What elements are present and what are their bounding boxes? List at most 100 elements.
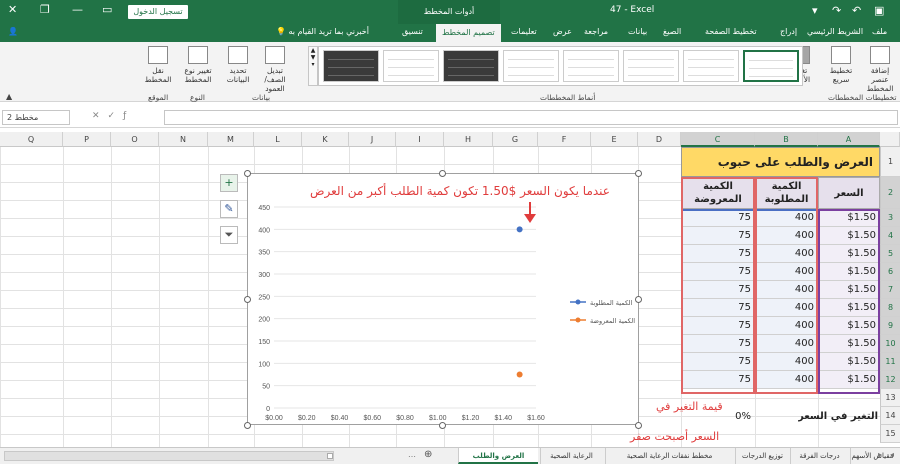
column-header[interactable]: J: [349, 132, 396, 147]
row-header[interactable]: 1: [880, 147, 900, 177]
row-header[interactable]: 15: [880, 425, 900, 443]
row-header[interactable]: 14: [880, 407, 900, 425]
signin-button[interactable]: تسجيل الدخول: [128, 5, 188, 19]
style-thumb[interactable]: [623, 50, 679, 82]
row-header[interactable]: 10: [880, 335, 900, 353]
change-value[interactable]: 0%: [681, 411, 755, 429]
tab-insert[interactable]: إدراج: [780, 27, 797, 36]
gallery-scroll[interactable]: ▲ ▼ ▾: [308, 46, 318, 86]
add-sheet-icon[interactable]: ⊕: [424, 449, 432, 460]
header-supply[interactable]: الكمية المعروضة: [681, 177, 755, 209]
horizontal-scrollbar[interactable]: [4, 451, 334, 461]
share-icon[interactable]: 👤: [8, 27, 18, 36]
price-cell[interactable]: $1.50: [818, 371, 880, 389]
price-cell[interactable]: $1.50: [818, 227, 880, 245]
tab-help[interactable]: تعليمات: [511, 27, 537, 36]
add-chart-element-button[interactable]: إضافة عنصر المخطط: [862, 46, 898, 93]
price-cell[interactable]: $1.50: [818, 263, 880, 281]
sheet-tab[interactable]: العرض والطلب: [458, 448, 538, 464]
fx-icon[interactable]: ƒ: [123, 111, 134, 121]
sheet-tab[interactable]: الرعاية الصحية: [540, 448, 602, 464]
column-header[interactable]: E: [591, 132, 638, 147]
minimize-icon[interactable]: —: [72, 3, 83, 16]
supply-cell[interactable]: 75: [681, 263, 755, 281]
row-header[interactable]: 2: [880, 177, 900, 209]
scroll-thumb[interactable]: [327, 453, 333, 459]
column-header[interactable]: O: [111, 132, 159, 147]
save-icon[interactable]: ▣: [874, 4, 884, 17]
name-box[interactable]: مخطط 2: [2, 110, 70, 125]
demand-cell[interactable]: 400: [755, 263, 818, 281]
row-header[interactable]: 11: [880, 353, 900, 371]
column-header[interactable]: Q: [0, 132, 63, 147]
demand-cell[interactable]: 400: [755, 335, 818, 353]
price-cell[interactable]: $1.50: [818, 353, 880, 371]
demand-cell[interactable]: 400: [755, 245, 818, 263]
price-cell[interactable]: $1.50: [818, 317, 880, 335]
resize-handle[interactable]: [635, 422, 642, 429]
price-cell[interactable]: $1.50: [818, 335, 880, 353]
scatter-chart[interactable]: 0 50 100 150 200 250 300 350 400 450 $0.00 $0.20 $0.…: [247, 173, 639, 425]
sheet-tab[interactable]: مخطط نفقات الرعاية الصحية: [605, 448, 733, 464]
tab-file[interactable]: ملف: [872, 27, 887, 36]
quick-layout-button[interactable]: تخطيط سريع: [822, 46, 860, 84]
change-label[interactable]: التغير في السعر: [798, 411, 880, 429]
demand-cell[interactable]: 400: [755, 317, 818, 335]
tab-review[interactable]: مراجعة: [584, 27, 608, 36]
column-header[interactable]: M: [208, 132, 254, 147]
cancel-icon[interactable]: ✕: [92, 111, 108, 121]
scroll-left-icon[interactable]: ◂: [890, 450, 894, 459]
supply-cell[interactable]: 75: [681, 353, 755, 371]
tab-chart-design[interactable]: تصميم المخطط: [436, 24, 501, 42]
resize-handle[interactable]: [439, 170, 446, 177]
tab-home[interactable]: الشريط الرئيسي: [807, 27, 863, 36]
collapse-ribbon-icon[interactable]: ▲: [6, 92, 12, 101]
style-thumb[interactable]: [563, 50, 619, 82]
supply-cell[interactable]: 75: [681, 317, 755, 335]
tell-me-box[interactable]: 💡 أخبرني بما تريد القيام به: [276, 27, 369, 36]
change-chart-type-button[interactable]: تغيير نوع المخطط: [180, 46, 216, 84]
resize-handle[interactable]: [244, 422, 251, 429]
close-icon[interactable]: ✕: [8, 3, 17, 16]
row-header[interactable]: 13: [880, 389, 900, 407]
column-header[interactable]: C: [681, 132, 755, 147]
supply-cell[interactable]: 75: [681, 281, 755, 299]
style-thumb[interactable]: [503, 50, 559, 82]
row-header[interactable]: 9: [880, 317, 900, 335]
resize-handle[interactable]: [244, 296, 251, 303]
row-header[interactable]: 8: [880, 299, 900, 317]
style-thumb[interactable]: [683, 50, 739, 82]
supply-cell[interactable]: 75: [681, 227, 755, 245]
demand-cell[interactable]: 400: [755, 227, 818, 245]
column-header[interactable]: P: [63, 132, 111, 147]
resize-handle[interactable]: [635, 170, 642, 177]
supply-cell[interactable]: 75: [681, 245, 755, 263]
column-header[interactable]: D: [638, 132, 681, 147]
restore-icon[interactable]: ❐: [40, 3, 50, 16]
demand-cell[interactable]: 400: [755, 371, 818, 389]
redo-icon[interactable]: ↷: [832, 4, 841, 17]
price-cell[interactable]: $1.50: [818, 209, 880, 227]
price-cell[interactable]: $1.50: [818, 245, 880, 263]
style-thumb-selected[interactable]: [743, 50, 799, 82]
supply-cell[interactable]: 75: [681, 371, 755, 389]
column-header[interactable]: N: [159, 132, 208, 147]
enter-icon[interactable]: ✓: [108, 111, 124, 121]
demand-cell[interactable]: 400: [755, 209, 818, 227]
resize-handle[interactable]: [635, 296, 642, 303]
demand-cell[interactable]: 400: [755, 281, 818, 299]
select-data-button[interactable]: تحديد البيانات: [220, 46, 256, 84]
column-header[interactable]: I: [396, 132, 444, 147]
sheet-tab[interactable]: توزيع الدرجات: [735, 448, 789, 464]
chart-elements-button[interactable]: +: [220, 174, 238, 192]
customize-qat-icon[interactable]: ▾: [812, 4, 818, 17]
column-header[interactable]: G: [493, 132, 538, 147]
more-sheets-icon[interactable]: …: [408, 450, 416, 459]
price-cell[interactable]: $1.50: [818, 281, 880, 299]
sheet-tab[interactable]: درجات الفرقة: [790, 448, 848, 464]
resize-handle[interactable]: [439, 422, 446, 429]
column-header[interactable]: B: [755, 132, 818, 147]
style-thumb[interactable]: [323, 50, 379, 82]
style-thumb[interactable]: [443, 50, 499, 82]
sheet-tab[interactable]: مقياس الأسهم: [850, 448, 894, 464]
